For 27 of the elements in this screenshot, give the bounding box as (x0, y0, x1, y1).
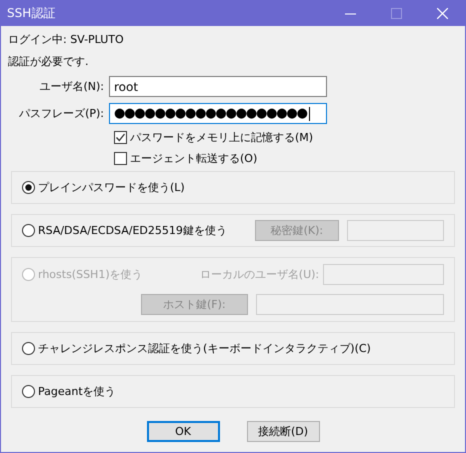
radio-label: プレインパスワードを使う(L) (38, 180, 185, 195)
checkbox-label: エージェント転送する(O) (130, 151, 258, 166)
checkbox[interactable] (114, 131, 127, 144)
dialog-button[interactable]: OK (146, 421, 220, 442)
radio-label: Pageantを使う (38, 384, 116, 399)
close-icon[interactable] (436, 8, 448, 18)
input-field[interactable] (256, 294, 444, 315)
radio-button[interactable] (22, 342, 35, 355)
input-field[interactable]: ●●●●●●●●●●●●●●●●●●● (109, 103, 327, 124)
input-field[interactable]: root (109, 76, 327, 97)
field-label: ユーザ名(N): (38, 79, 105, 94)
radio-label: rhosts(SSH1)を使う (38, 267, 143, 282)
radio-button[interactable] (22, 181, 35, 194)
window-title: SSH認証 (7, 4, 56, 22)
notice-text: 認証が必要です. (8, 54, 90, 70)
input-field[interactable] (323, 264, 444, 285)
checkbox-label: パスワードをメモリ上に記憶する(M) (130, 130, 314, 145)
dialog-button[interactable]: 接続断(D) (246, 421, 320, 442)
input-field[interactable] (346, 220, 444, 241)
checkbox[interactable] (114, 152, 127, 165)
field-label: ローカルのユーザ名(U): (198, 267, 320, 282)
field-label: パスフレーズ(P): (18, 106, 105, 121)
radio-label: RSA/DSA/ECDSA/ED25519鍵を使う (38, 223, 227, 238)
radio-button[interactable] (22, 224, 35, 237)
radio-button[interactable] (22, 385, 35, 398)
login-text: ログイン中: SV-PLUTO (8, 32, 125, 48)
radio-label: チャレンジレスポンス認証を使う(キーボードインタラクティブ)(C) (38, 341, 371, 356)
